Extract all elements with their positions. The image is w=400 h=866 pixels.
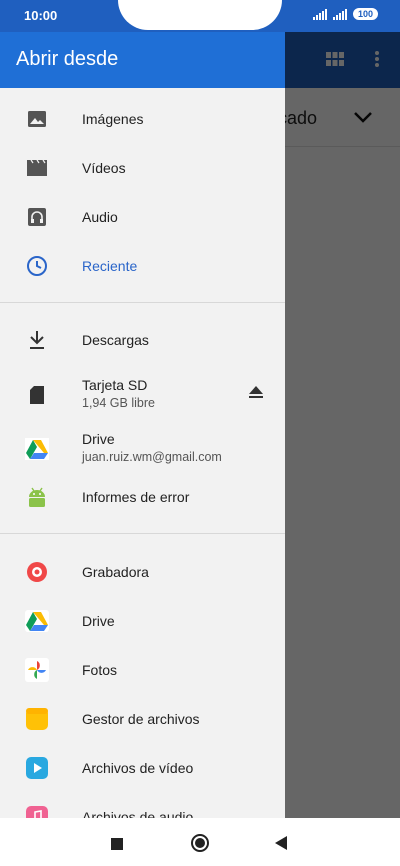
drawer-item-videos[interactable]: Vídeos	[0, 155, 285, 181]
drawer-item-sublabel: 1,94 GB libre	[82, 396, 155, 410]
drawer-item-label: Informes de error	[82, 489, 190, 505]
drawer-item-label: Descargas	[82, 332, 149, 348]
drawer-item-error-reports[interactable]: Informes de error	[0, 484, 285, 510]
drawer-item-video-files[interactable]: Archivos de vídeo	[0, 755, 285, 781]
drawer-item-recorder[interactable]: Grabadora	[0, 559, 285, 585]
drawer-item-label: Grabadora	[82, 564, 149, 580]
recorder-icon	[24, 559, 50, 585]
clock-icon	[24, 253, 50, 279]
drawer-title: Abrir desde	[16, 47, 119, 70]
drawer-item-recent[interactable]: Reciente	[0, 253, 285, 279]
section-divider	[0, 302, 285, 303]
drawer-item-sd-card[interactable]: Tarjeta SD 1,94 GB libre	[0, 375, 285, 415]
video-icon	[24, 155, 50, 181]
drawer-item-label: Audio	[82, 209, 118, 225]
eject-icon[interactable]	[248, 385, 264, 404]
drawer-item-sublabel: juan.ruiz.wm@gmail.com	[82, 450, 222, 464]
file-manager-icon	[24, 706, 50, 732]
drawer-item-label: Drive	[82, 613, 115, 629]
drawer-item-label: Drive	[82, 431, 115, 447]
home-icon[interactable]	[190, 833, 210, 858]
drawer-item-file-manager[interactable]: Gestor de archivos	[0, 706, 285, 732]
signal-icon	[312, 8, 327, 20]
drawer-item-label: Gestor de archivos	[82, 711, 200, 727]
drawer-item-photos[interactable]: Fotos	[0, 657, 285, 683]
status-bar: 10:00 100	[0, 0, 400, 32]
google-drive-icon	[24, 436, 50, 462]
google-photos-icon	[24, 657, 50, 683]
battery-icon: 100	[352, 8, 378, 20]
drawer-item-label: Archivos de vídeo	[82, 760, 194, 776]
drawer-item-drive-account[interactable]: Drive juan.ruiz.wm@gmail.com	[0, 429, 285, 469]
drawer-header: Abrir desde	[0, 30, 285, 88]
drawer-item-audio[interactable]: Audio	[0, 204, 285, 230]
video-files-icon	[24, 755, 50, 781]
recents-icon[interactable]	[111, 837, 123, 855]
sd-card-icon	[24, 382, 50, 408]
open-from-drawer: Abrir desde Imágenes Vídeos Audio Recien…	[0, 30, 285, 818]
drawer-item-label: Tarjeta SD	[82, 377, 148, 393]
status-time: 10:00	[24, 8, 58, 23]
image-icon	[24, 106, 50, 132]
navigation-bar	[0, 818, 400, 866]
download-icon	[24, 327, 50, 353]
google-drive-icon	[24, 608, 50, 634]
android-icon	[24, 484, 50, 510]
drawer-item-images[interactable]: Imágenes	[0, 106, 285, 132]
camera-notch	[118, 0, 282, 30]
drawer-item-label: Fotos	[82, 662, 118, 678]
drawer-item-label: Reciente	[82, 258, 138, 274]
drawer-item-drive[interactable]: Drive	[0, 608, 285, 634]
drawer-item-label: Imágenes	[82, 111, 144, 127]
status-icons: 100	[312, 8, 378, 20]
audio-files-icon	[24, 804, 50, 818]
signal-icon-2	[332, 8, 347, 20]
drawer-item-label: Archivos de audio	[82, 809, 194, 818]
section-divider	[0, 533, 285, 534]
drawer-item-label: Vídeos	[82, 160, 126, 176]
back-icon[interactable]	[275, 836, 287, 855]
drawer-item-audio-files[interactable]: Archivos de audio	[0, 804, 285, 818]
headphones-icon	[24, 204, 50, 230]
drawer-item-downloads[interactable]: Descargas	[0, 327, 285, 353]
